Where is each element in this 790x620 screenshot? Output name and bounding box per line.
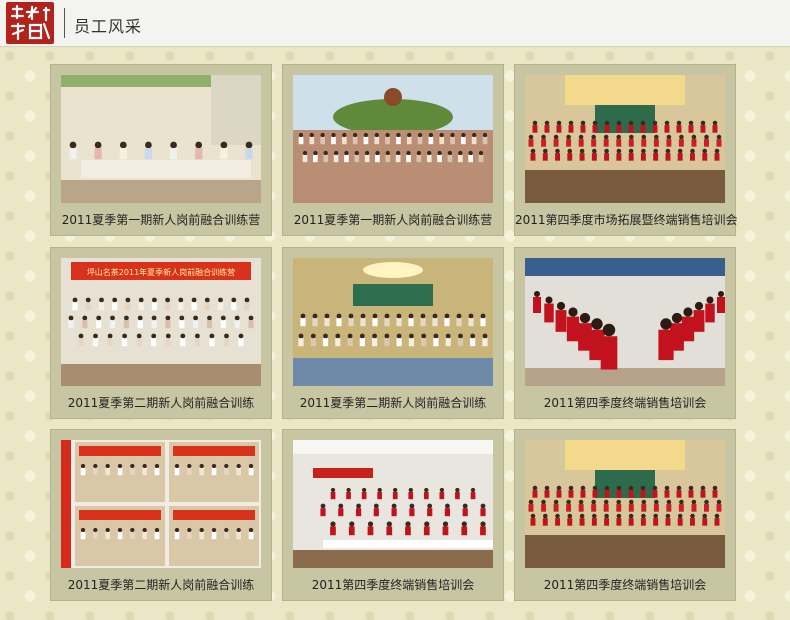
gallery-card[interactable]: 2011夏季第一期新人岗前融合训练营 bbox=[282, 64, 504, 236]
header-divider bbox=[64, 8, 65, 38]
gallery-photo[interactable] bbox=[293, 440, 493, 568]
gallery-photo[interactable] bbox=[61, 75, 261, 203]
gallery-caption[interactable]: 2011第四季度终端销售培训会 bbox=[515, 576, 735, 593]
gallery-photo[interactable] bbox=[525, 258, 725, 386]
gallery-card[interactable]: 2011第四季度终端销售培训会 bbox=[514, 247, 736, 419]
gallery-photo[interactable] bbox=[293, 75, 493, 203]
gallery-card[interactable]: 2011夏季第二期新人岗前融合训练 bbox=[50, 429, 272, 601]
photo-image bbox=[525, 258, 725, 386]
gallery-caption[interactable]: 2011夏季第一期新人岗前融合训练营 bbox=[283, 211, 503, 228]
photo-image bbox=[293, 258, 493, 386]
photo-image bbox=[525, 440, 725, 568]
gallery-photo[interactable] bbox=[525, 75, 725, 203]
gallery-card[interactable]: 2011夏季第一期新人岗前融合训练营 bbox=[50, 64, 272, 236]
gallery-caption[interactable]: 2011夏季第二期新人岗前融合训练 bbox=[283, 394, 503, 411]
brand-logo[interactable] bbox=[6, 2, 54, 44]
gallery-photo[interactable]: 坪山名茶2011年夏季新人岗前融合训练营 bbox=[61, 258, 261, 386]
brand-logo-seal-icon bbox=[10, 4, 51, 41]
gallery-caption[interactable]: 2011第四季度终端销售培训会 bbox=[283, 576, 503, 593]
gallery-caption[interactable]: 2011夏季第二期新人岗前融合训练 bbox=[51, 576, 271, 593]
photo-image: 坪山名茶2011年夏季新人岗前融合训练营 bbox=[61, 258, 261, 386]
gallery-photo[interactable] bbox=[61, 440, 261, 568]
gallery-caption[interactable]: 2011第四季度市场拓展暨终端销售培训会 bbox=[515, 211, 738, 228]
gallery-card[interactable]: 2011夏季第二期新人岗前融合训练 bbox=[282, 247, 504, 419]
photo-image bbox=[293, 440, 493, 568]
gallery-caption[interactable]: 2011第四季度终端销售培训会 bbox=[515, 394, 735, 411]
photo-image bbox=[293, 75, 493, 203]
gallery-card[interactable]: 坪山名茶2011年夏季新人岗前融合训练营 2011夏季第二期新人岗前融合训练 bbox=[50, 247, 272, 419]
photo-image bbox=[61, 440, 261, 568]
gallery-caption[interactable]: 2011夏季第二期新人岗前融合训练 bbox=[51, 394, 271, 411]
gallery-photo[interactable] bbox=[525, 440, 725, 568]
gallery-card[interactable]: 2011第四季度市场拓展暨终端销售培训会 bbox=[514, 64, 738, 236]
svg-text:坪山名茶2011年夏季新人岗前融合训练营: 坪山名茶2011年夏季新人岗前融合训练营 bbox=[87, 267, 235, 277]
gallery-card[interactable]: 2011第四季度终端销售培训会 bbox=[282, 429, 504, 601]
photo-image bbox=[525, 75, 725, 203]
page-header: 员工风采 bbox=[0, 0, 790, 47]
gallery-photo[interactable] bbox=[293, 258, 493, 386]
gallery-caption[interactable]: 2011夏季第一期新人岗前融合训练营 bbox=[51, 211, 271, 228]
gallery-card[interactable]: 2011第四季度终端销售培训会 bbox=[514, 429, 736, 601]
page-title: 员工风采 bbox=[74, 17, 143, 36]
photo-image bbox=[61, 75, 261, 203]
